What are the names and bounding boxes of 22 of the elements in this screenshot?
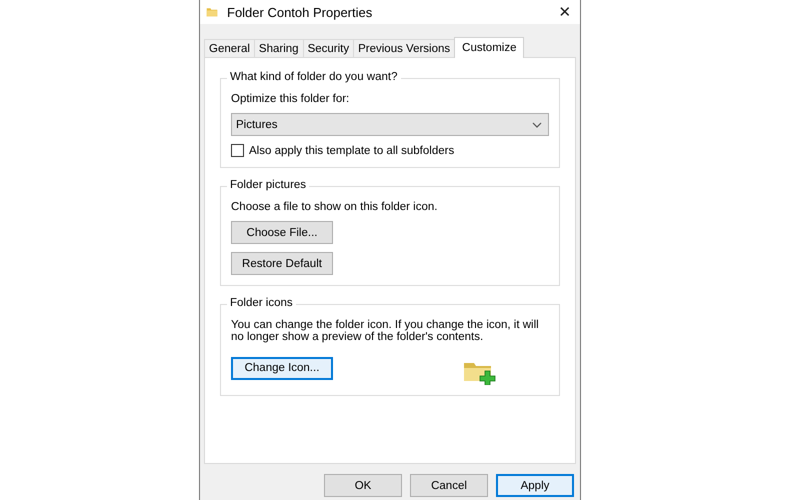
tab[interactable]: Security — [302, 39, 354, 57]
description-text: You can change the folder icon. If you change the icon, it will no longer show a preview of the folder's contents. — [231, 319, 540, 343]
chevron-down-icon — [532, 122, 542, 128]
dialog-button[interactable]: Apply — [496, 474, 574, 497]
folder-type-dropdown[interactable]: Pictures — [231, 113, 549, 136]
group-title: Folder pictures — [227, 179, 310, 191]
window-title: Folder Contoh Properties — [227, 4, 374, 20]
tab[interactable]: General — [204, 39, 255, 57]
action-button[interactable]: Change Icon... — [231, 356, 333, 380]
tab[interactable]: Sharing — [254, 39, 304, 57]
description-text: Choose a file to show on this folder icon. — [231, 201, 438, 213]
close-icon[interactable]: ✕ — [550, 3, 580, 21]
dialog-button[interactable]: OK — [324, 474, 402, 497]
checkbox-label[interactable]: Also apply this template to all subfolders — [249, 144, 454, 156]
group-title: Folder icons — [227, 297, 296, 309]
dialog-button[interactable]: Cancel — [410, 474, 488, 497]
checkbox[interactable] — [231, 144, 244, 157]
action-button[interactable]: Choose File... — [231, 221, 333, 244]
description-text: Optimize this folder for: — [231, 93, 350, 105]
action-button[interactable]: Restore Default — [231, 252, 333, 275]
tab[interactable]: Customize — [454, 37, 524, 58]
group-title: What kind of folder do you want? — [227, 71, 400, 83]
